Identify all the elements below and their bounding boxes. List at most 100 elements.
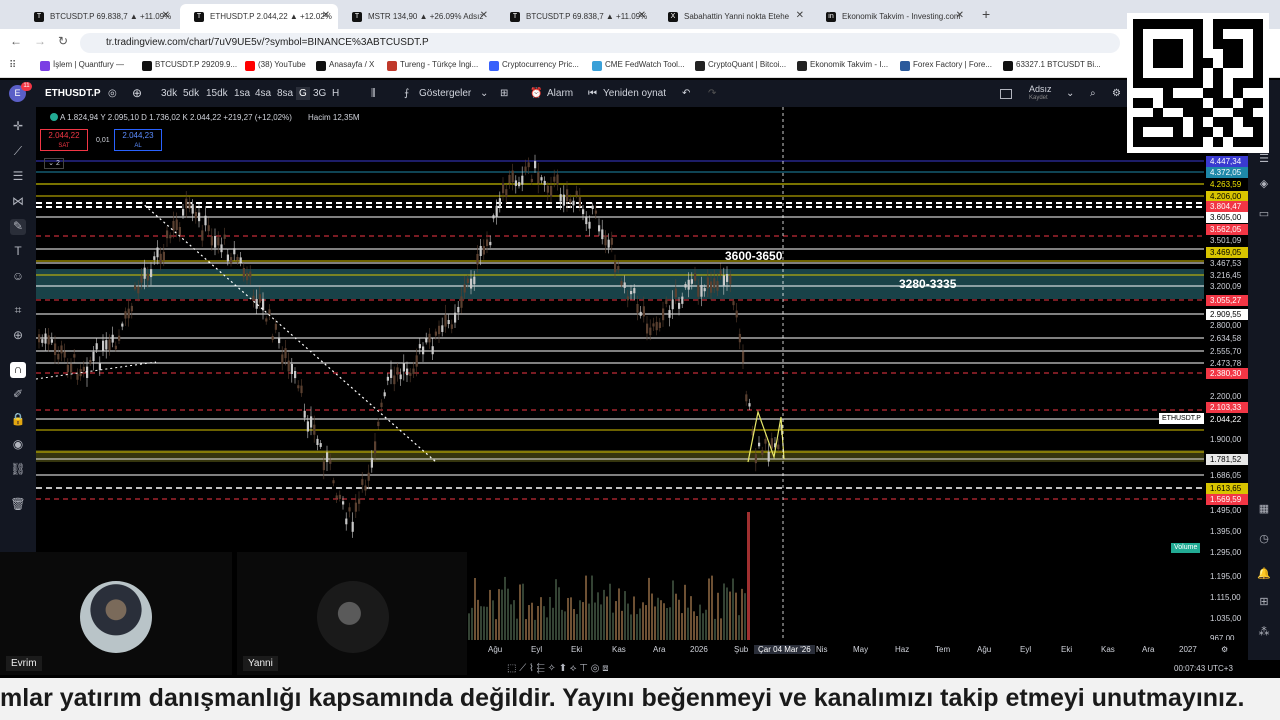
browser-tab-3[interactable]: T MSTR 134,90 ▲ +26.09% Adsız ✕ [338,4,496,29]
price-scale[interactable]: 4.447,34 4.372,05 4.263,59 4.206,00 3.804,47… [1204,107,1248,660]
close-icon[interactable]: ✕ [796,10,804,21]
candle-type-icon[interactable]: ⫼ [371,88,376,99]
undo-icon[interactable]: ↶ [682,88,690,99]
volume-bar [483,606,485,640]
indicators-button[interactable]: Göstergeler [419,88,471,99]
eye-icon[interactable]: ◉ [10,437,26,453]
trash-icon[interactable]: 🗑 [10,497,26,513]
url-field[interactable]: tr.tradingview.com/chart/7uV9UE5v/?symbo… [80,33,1120,53]
emoji-icon[interactable]: ☺ [10,269,26,285]
zone-label-3280[interactable]: 3280-3335 [899,277,956,291]
utc-clock[interactable]: 00:07:43 UTC+3 [1174,664,1233,673]
time-settings-icon[interactable]: ⚙ [1221,645,1228,654]
interval-4sa[interactable]: 4sa [255,88,271,99]
browser-tab-5[interactable]: X Sabahattin Yanni nokta Etehe ✕ [654,4,812,29]
candle-body [470,278,473,289]
symbol-search[interactable]: ETHUSDT.P [45,88,101,99]
interval-15dk[interactable]: 15dk [206,88,228,99]
browser-tab-2[interactable]: T ETHUSDT.P 2.044,22 ▲ +12.02% ✕ [180,4,338,29]
browser-tab-6[interactable]: in Ekonomik Takvim - Investing.com ✕ [812,4,972,29]
interval-5dk[interactable]: 5dk [183,88,199,99]
bookmark-8[interactable]: CryptoQuant | Bitcoi... [695,60,786,71]
fib-icon[interactable]: ☰ [10,169,26,185]
bookmark-7[interactable]: CME FedWatch Tool... [592,60,685,71]
trendline-icon[interactable]: ⟋ [10,144,26,160]
templates-icon[interactable]: ⊞ [500,88,508,99]
layers-icon[interactable]: ◈ [1256,177,1272,193]
brush-icon[interactable]: ✎ [10,219,26,235]
close-icon[interactable]: ✕ [322,10,330,21]
market-status-icon [50,113,58,121]
compare-icon[interactable]: ◎ [108,88,117,99]
bookmark-9[interactable]: Ekonomik Takvim - I... [797,60,888,71]
close-icon[interactable]: ✕ [956,10,964,21]
interval-3g[interactable]: 3G [313,88,326,99]
interval-8sa[interactable]: 8sa [277,88,293,99]
close-icon[interactable]: ✕ [638,10,646,21]
layout-name[interactable]: Adsız [1029,84,1052,94]
time-scale[interactable]: Ağu Eyl Eki Kas Ara 2026 Şub Çar 04 Mar … [467,640,1248,660]
alarm-button[interactable]: Alarm [547,88,573,99]
bookmark-2[interactable]: BTCUSDT.P 29209.9... [142,60,237,71]
bell-icon[interactable]: 🔔 [1256,567,1272,583]
forward-icon[interactable]: → [34,34,46,48]
interval-1sa[interactable]: 1sa [234,88,250,99]
camera-name: Yanni [243,656,278,671]
price-label: 2.103,33 [1206,402,1248,413]
interval-3dk[interactable]: 3dk [161,88,177,99]
collapse-indicators-button[interactable]: ⌄ 2 [44,158,64,169]
pattern-icon[interactable]: ⋈ [10,194,26,210]
bookmark-6[interactable]: Cryptocurrency Pric... [489,60,579,71]
lock-icon[interactable]: 🔒 [10,412,26,428]
sell-button[interactable]: 2.044,22 SAT [40,129,88,151]
chevron-down-icon[interactable]: ⌄ [480,88,488,99]
buy-button[interactable]: 2.044,23 AL [114,129,162,151]
layout-save[interactable]: Kaydet [1029,95,1048,101]
pencil-lock-icon[interactable]: ✐ [10,387,26,403]
layout-icon[interactable] [1000,89,1012,99]
bookmark-11[interactable]: 63327.1 BTCUSDT Bi... [1003,60,1101,71]
reload-icon[interactable]: ↻ [58,34,68,48]
clock-icon[interactable]: ◷ [1256,532,1272,548]
qr-module [1243,48,1253,59]
interval-g[interactable]: G [296,87,310,100]
qr-module [1133,19,1143,29]
time-label: 2027 [1179,645,1197,654]
bookmark-3[interactable]: (38) YouTube [245,60,306,71]
crosshair-icon[interactable]: ✛ [10,119,26,135]
calendar-icon[interactable]: ▦ [1256,502,1272,518]
bookmark-4[interactable]: Anasayfa / X [316,60,374,71]
browser-tab-1[interactable]: T BTCUSDT.P 69.838,7 ▲ +11.09% ✕ [20,4,178,29]
browser-tab-4[interactable]: T BTCUSDT.P 69.838,7 ▲ +11.09% ✕ [496,4,654,29]
watchlist-icon[interactable]: ☰ [1256,152,1272,168]
link-icon[interactable]: ⛓ [10,462,26,478]
chevron-down-icon[interactable]: ⌄ [1066,88,1074,99]
close-icon[interactable]: ✕ [480,10,488,21]
interval-h[interactable]: H [332,88,339,99]
shape-tools-icon[interactable]: ⬚ ⟋ ⌇ ⬱ ✧ ⬆ ⟡ ⊤ ◎ ⧈ [507,663,609,674]
ruler-icon[interactable]: ⌗ [10,303,26,319]
bookmark-10[interactable]: Forex Factory | Fore... [900,60,992,71]
close-icon[interactable]: ✕ [162,10,170,21]
quick-search-icon[interactable]: ⌕ [1090,88,1096,99]
new-tab-icon[interactable]: + [982,6,990,22]
add-symbol-icon[interactable]: ⊕ [132,86,142,100]
qr-module [1193,107,1203,118]
zone-label-3600[interactable]: 3600-3650 [725,249,782,263]
apps-icon[interactable]: ⠿ [9,60,16,71]
candle-body [438,325,441,335]
layout-grid-icon[interactable]: ⊞ [1256,595,1272,611]
chat-icon[interactable]: ▭ [1256,207,1272,223]
bookmark-5[interactable]: Tureng - Türkçe İngi... [387,60,478,71]
redo-icon[interactable]: ↷ [708,88,716,99]
candle-body [655,321,658,331]
qr-module [1233,97,1243,108]
help-icon[interactable]: ⁂ [1256,625,1272,641]
settings-icon[interactable]: ⚙ [1112,88,1121,99]
bookmark-1[interactable]: İşlem | Quantfury — [40,60,124,71]
replay-button[interactable]: Yeniden oynat [603,88,666,99]
magnet-icon[interactable]: ∩ [10,362,26,378]
zoom-icon[interactable]: ⊕ [10,328,26,344]
back-icon[interactable]: ← [10,34,22,48]
text-icon[interactable]: T [10,244,26,260]
